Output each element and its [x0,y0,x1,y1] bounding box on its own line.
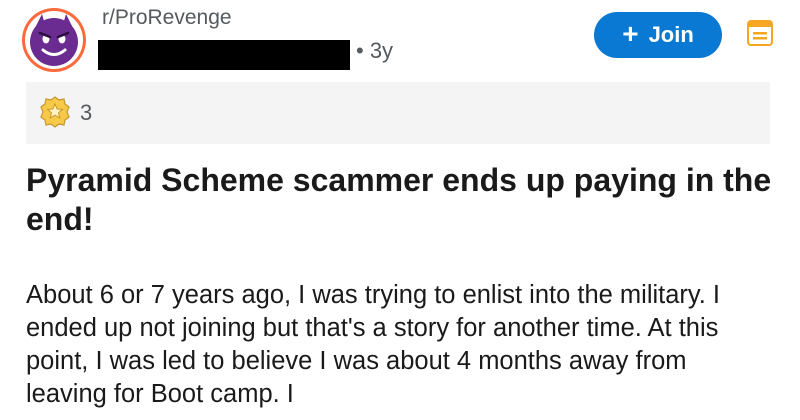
plus-icon: + [622,18,639,49]
post-age: • 3y [356,38,394,63]
award-count: 3 [80,100,93,125]
join-button[interactable]: + Join [594,12,722,58]
author-name-redacted[interactable] [98,40,350,70]
subreddit-avatar[interactable] [22,8,86,72]
award-bar: 3 [26,82,770,144]
post-body: About 6 or 7 years ago, I was trying to … [26,281,721,408]
menu-icon[interactable] [747,20,773,51]
post-title[interactable]: Pyramid Scheme scammer ends up paying in… [26,161,776,239]
subreddit-name[interactable]: r/ProRevenge [102,6,232,30]
award-icon[interactable] [40,96,70,133]
join-button-label: Join [648,22,694,47]
devil-face-icon [25,11,83,69]
